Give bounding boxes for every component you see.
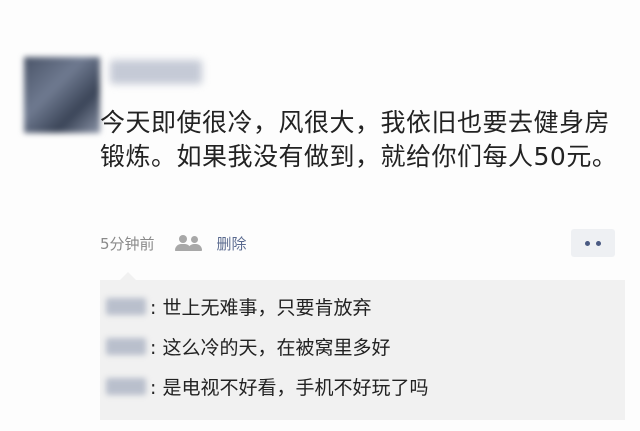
delete-button[interactable]: 删除 [217, 233, 247, 254]
commenter-name-blurred[interactable] [106, 297, 146, 315]
commenter-name-blurred[interactable] [106, 377, 146, 395]
comment-item[interactable]: : 是电视不好看，手机不好玩了吗 [100, 366, 625, 406]
post-text: 今天即使很冷，风很大，我依旧也要去健身房锻炼。如果我没有做到，就给你们每人50元… [100, 108, 618, 171]
avatar[interactable] [24, 57, 100, 133]
post-time: 5分钟前 [100, 234, 155, 253]
more-dot-icon [596, 240, 601, 246]
poster-name-blurred[interactable] [110, 60, 202, 84]
comment-text: : 世上无难事，只要肯放弃 [150, 296, 372, 319]
comment-item[interactable]: : 这么冷的天，在被窝里多好 [100, 326, 625, 366]
visibility-people-icon [174, 235, 203, 251]
comment-text: : 是电视不好看，手机不好玩了吗 [150, 376, 429, 399]
more-dot-icon [585, 240, 590, 246]
comments-caret [120, 272, 136, 280]
commenter-name-blurred[interactable] [106, 337, 146, 355]
more-options-button[interactable] [571, 229, 615, 257]
comment-text: : 这么冷的天，在被窝里多好 [150, 336, 391, 359]
post-meta: 5分钟前 删除 [100, 232, 247, 254]
comments-section: : 世上无难事，只要肯放弃 : 这么冷的天，在被窝里多好 : 是电视不好看，手机… [100, 280, 625, 420]
comment-item[interactable]: : 世上无难事，只要肯放弃 [100, 286, 625, 326]
